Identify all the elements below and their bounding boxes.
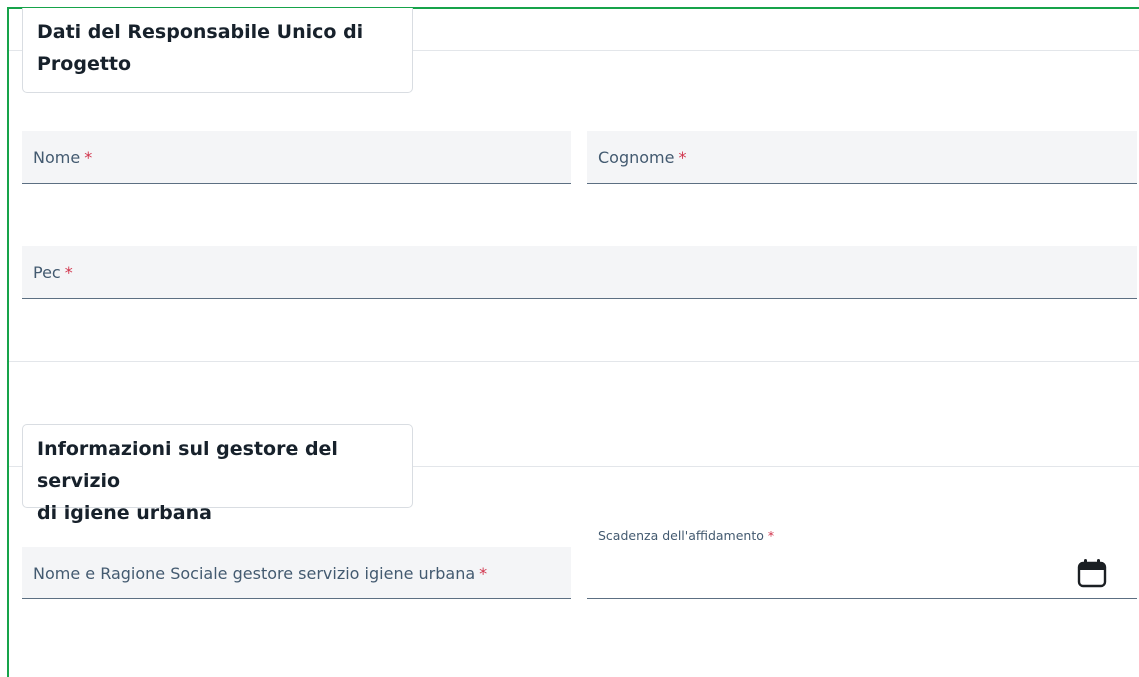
required-asterisk: * [678, 148, 687, 167]
section-title-responsabile: Dati del Responsabile Unico di Progetto [22, 8, 413, 93]
section-title-line: Informazioni sul gestore del servizio [37, 438, 338, 492]
required-asterisk: * [479, 564, 488, 583]
scadenza-date-input[interactable] [587, 547, 1137, 599]
gestore-field[interactable]: Nome e Ragione Sociale gestore servizio … [22, 547, 571, 599]
section-title-line: di igiene urbana [37, 502, 212, 524]
calendar-icon[interactable] [1076, 557, 1108, 589]
pec-label: Pec [33, 263, 61, 282]
section-title-line: Progetto [37, 53, 132, 75]
required-asterisk: * [64, 263, 73, 282]
scadenza-label: Scadenza dell'affidamento * [598, 528, 775, 543]
required-asterisk: * [767, 528, 775, 543]
pec-field[interactable]: Pec * [22, 246, 1137, 299]
required-asterisk: * [84, 148, 93, 167]
cognome-label: Cognome [598, 148, 675, 167]
gestore-label: Nome e Ragione Sociale gestore servizio … [33, 564, 476, 583]
nome-label: Nome [33, 148, 81, 167]
section-title-line: Dati del Responsabile Unico di [37, 21, 364, 43]
section-divider [9, 361, 1139, 362]
cognome-field[interactable]: Cognome * [587, 131, 1137, 184]
section-title-gestore: Informazioni sul gestore del servizio di… [22, 424, 413, 524]
nome-field[interactable]: Nome * [22, 131, 571, 184]
